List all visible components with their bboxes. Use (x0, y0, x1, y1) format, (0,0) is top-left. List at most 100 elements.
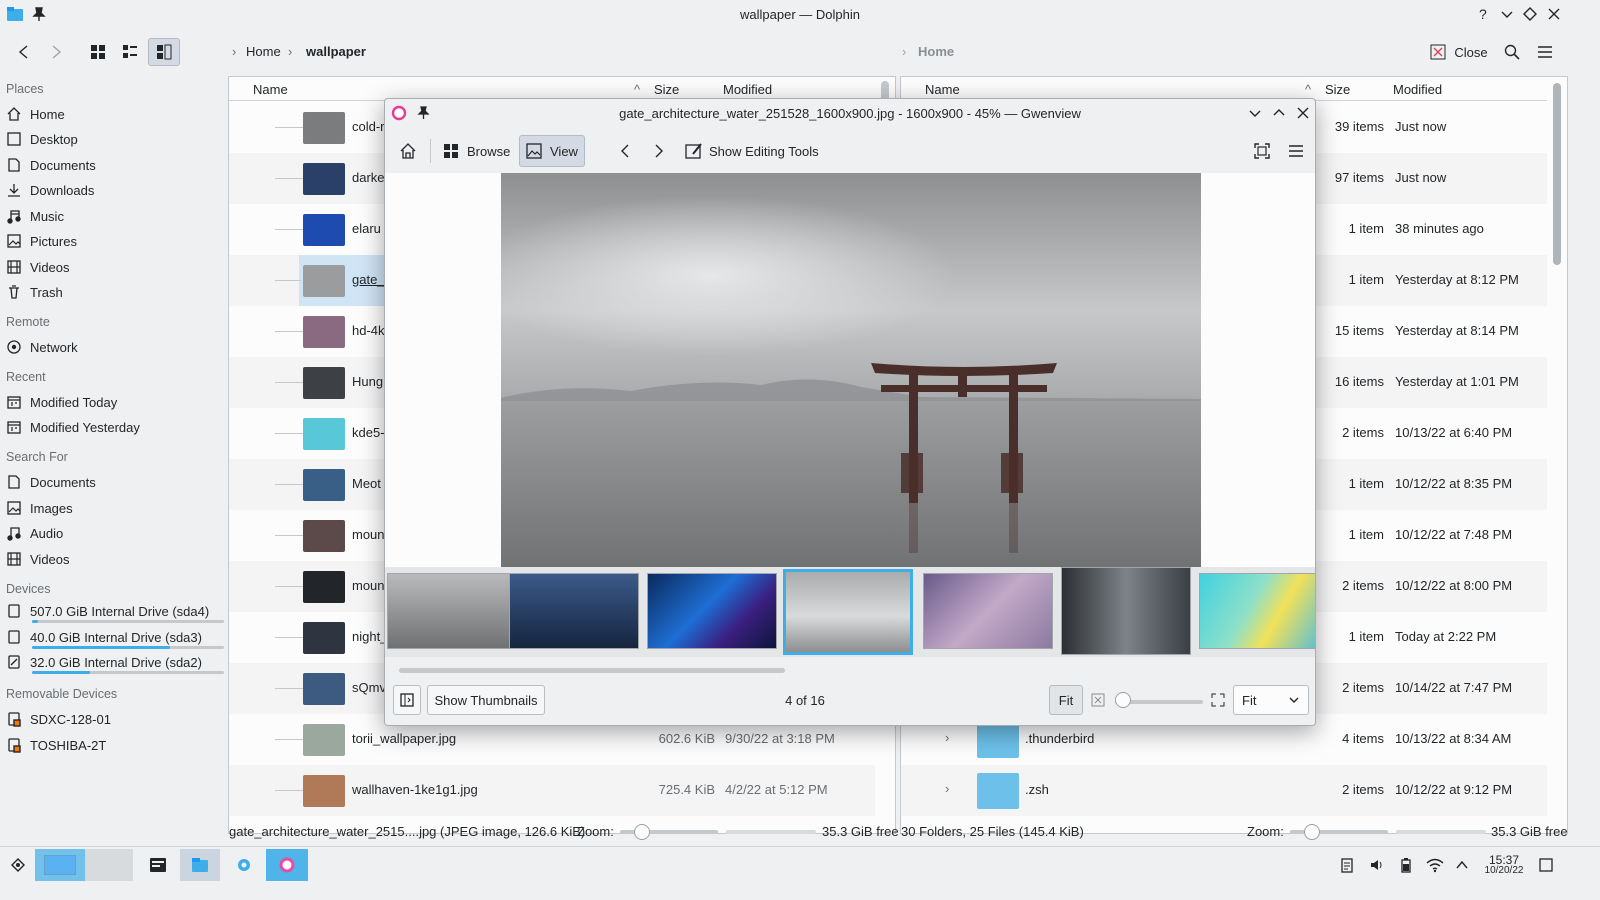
system-settings-icon[interactable] (144, 849, 172, 881)
zoom-slider-handle[interactable] (1115, 692, 1131, 708)
search-documents[interactable]: Documents (6, 470, 96, 494)
place-downloads[interactable]: Downloads (6, 178, 94, 202)
image-view[interactable] (385, 173, 1315, 567)
place-trash[interactable]: Trash (6, 280, 63, 304)
search-button[interactable] (1500, 38, 1524, 66)
place-documents[interactable]: Documents (6, 153, 96, 177)
calendar-icon (6, 394, 22, 410)
clipboard-icon[interactable] (1336, 849, 1358, 881)
thumbnail[interactable] (509, 573, 639, 649)
column-modified[interactable]: Modified (1393, 82, 1442, 97)
view-button[interactable]: View (519, 135, 585, 167)
zoom-slider-handle[interactable] (634, 824, 650, 840)
drive-icon (6, 629, 22, 645)
browse-button[interactable]: Browse (437, 135, 516, 167)
search-videos[interactable]: Videos (6, 547, 70, 571)
column-name[interactable]: Name (253, 82, 288, 97)
thumbnail[interactable] (1199, 573, 1315, 649)
gwenview-window[interactable]: gate_architecture_water_251528_1600x900.… (384, 98, 1316, 726)
place-music[interactable]: Music (6, 204, 64, 228)
device-toshiba[interactable]: TOSHIBA-2T (6, 733, 106, 757)
home-button[interactable] (393, 135, 423, 167)
thumbnail-scrollbar[interactable] (399, 668, 785, 673)
hamburger-menu-button[interactable] (1532, 38, 1558, 66)
place-network[interactable]: Network (6, 335, 78, 359)
zoom-slider-handle[interactable] (1304, 824, 1320, 840)
column-modified[interactable]: Modified (723, 82, 772, 97)
minimize-icon[interactable] (1498, 5, 1516, 23)
chevron-up-icon[interactable] (1452, 849, 1472, 881)
wifi-icon[interactable] (1423, 849, 1447, 881)
forward-button[interactable] (42, 38, 70, 66)
zoom-mode-select[interactable]: Fit (1233, 685, 1309, 715)
zoom-out-icon[interactable] (1091, 693, 1105, 707)
close-icon[interactable] (1295, 105, 1311, 121)
discover-icon[interactable] (228, 849, 260, 881)
place-videos[interactable]: Videos (6, 255, 70, 279)
place-modified-today[interactable]: Modified Today (6, 390, 117, 414)
drive-icon (6, 654, 22, 670)
thumbnail[interactable] (387, 573, 517, 649)
search-images[interactable]: Images (6, 496, 73, 520)
virtual-desktop-1[interactable] (35, 849, 85, 881)
volume-icon[interactable] (1366, 849, 1388, 881)
show-editing-tools-button[interactable]: Show Editing Tools (679, 135, 825, 167)
place-desktop[interactable]: Desktop (6, 127, 78, 151)
file-row[interactable]: wallhaven-1ke1g1.jpg 725.4 KiB 4/2/22 at 5… (229, 765, 875, 816)
gwenview-task-icon[interactable] (266, 849, 308, 881)
minimize-icon[interactable] (1247, 105, 1263, 121)
back-button[interactable] (10, 38, 38, 66)
breadcrumb-home[interactable]: Home (246, 44, 281, 59)
folder-modified: Yesterday at 1:01 PM (1395, 374, 1519, 389)
sort-ascending-icon: ^ (1305, 82, 1312, 97)
virtual-desktop-2[interactable] (85, 849, 133, 881)
application-launcher-icon[interactable] (6, 849, 30, 881)
close-icon[interactable] (1545, 5, 1563, 23)
right-breadcrumb-home[interactable]: Home (918, 44, 954, 59)
place-home[interactable]: Home (6, 102, 65, 126)
battery-icon[interactable] (1396, 849, 1416, 881)
maximize-icon[interactable] (1521, 5, 1539, 23)
fullscreen-button[interactable] (1247, 135, 1277, 167)
thumbnail[interactable] (647, 573, 777, 649)
desktop-icon (6, 131, 22, 147)
clock[interactable]: 15:37 10/20/22 (1478, 849, 1530, 881)
folder-row[interactable]: › .zsh 2 items 10/12/22 at 9:12 PM (901, 765, 1547, 816)
breadcrumb-current[interactable]: wallpaper (306, 44, 366, 59)
show-desktop-icon[interactable] (1534, 849, 1558, 881)
toggle-sidebar-button[interactable] (393, 685, 421, 715)
compact-view-button[interactable] (116, 38, 144, 66)
thumbnail-current[interactable] (783, 569, 913, 655)
show-thumbnails-button[interactable]: Show Thumbnails (427, 685, 545, 715)
scrollbar-handle[interactable] (1553, 83, 1561, 265)
chevron-down-icon (1289, 697, 1299, 703)
thumbnail[interactable] (1061, 567, 1191, 655)
icons-view-button[interactable] (84, 38, 112, 66)
column-size[interactable]: Size (1325, 82, 1350, 97)
search-audio[interactable]: Audio (6, 521, 63, 545)
dolphin-task-icon[interactable] (180, 849, 220, 881)
expand-chevron-icon[interactable]: › (945, 781, 949, 796)
column-name[interactable]: Name (925, 82, 960, 97)
thumbnail[interactable] (923, 573, 1053, 649)
split-view-button[interactable] (148, 38, 180, 66)
column-size[interactable]: Size (654, 82, 679, 97)
close-split-button[interactable]: Close (1428, 38, 1490, 66)
next-button[interactable] (645, 135, 673, 167)
zoom-in-icon[interactable] (1211, 693, 1225, 707)
maximize-icon[interactable] (1271, 105, 1287, 121)
hamburger-menu-button[interactable] (1281, 135, 1311, 167)
device-sdxc[interactable]: SDXC-128-01 (6, 707, 111, 731)
expand-chevron-icon[interactable]: › (945, 730, 949, 745)
document-icon (6, 157, 22, 173)
fit-button[interactable]: Fit (1049, 685, 1083, 715)
place-pictures[interactable]: Pictures (6, 229, 77, 253)
help-icon[interactable]: ? (1475, 5, 1493, 23)
place-modified-yesterday[interactable]: Modified Yesterday (6, 415, 140, 439)
file-name: night_ (352, 629, 386, 644)
displayed-photo[interactable] (501, 173, 1201, 567)
previous-button[interactable] (611, 135, 639, 167)
file-name: moun (352, 578, 385, 593)
file-name: torii_wallpaper.jpg (352, 731, 457, 746)
device-label: 40.0 GiB Internal Drive (sda3) (30, 629, 202, 645)
